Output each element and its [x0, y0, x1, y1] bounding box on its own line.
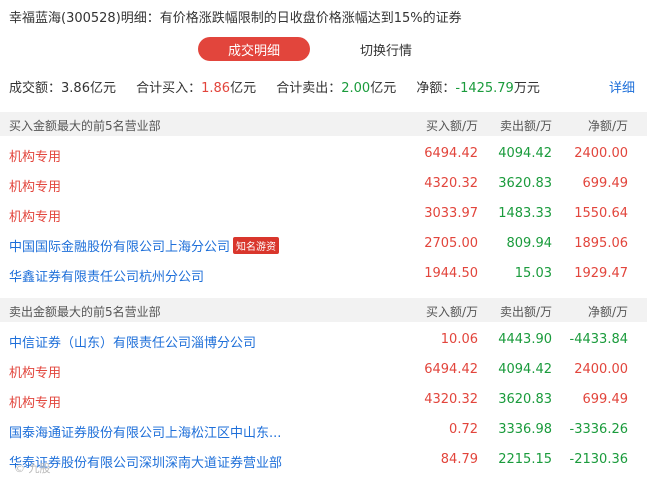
hot-money-badge: 知名游资 [233, 237, 280, 254]
branch-name-text[interactable]: 中信证券（山东）有限责任公司淄博分公司 [9, 336, 256, 351]
table-row[interactable]: 机构专用 4320.32 3620.83 699.49 [0, 385, 647, 415]
buy-amount: 1944.50 [424, 266, 478, 281]
branch-name[interactable]: 机构专用 [9, 176, 61, 195]
net-unit: 万元 [513, 81, 540, 96]
branch-name[interactable]: 中信证券（山东）有限责任公司淄博分公司 [9, 332, 256, 351]
column-header-sell: 卖出额/万 [499, 119, 552, 133]
tab-switch-quote[interactable]: 切换行情 [330, 37, 442, 61]
buy-amount: 84.79 [440, 452, 478, 467]
tab-trade-detail[interactable]: 成交明细 [198, 37, 310, 61]
branch-name-text[interactable]: 机构专用 [9, 150, 61, 165]
table-row[interactable]: 机构专用 4320.32 3620.83 699.49 [0, 169, 647, 199]
column-header-net: 净额/万 [587, 305, 628, 319]
total-sell-unit: 亿元 [370, 81, 397, 96]
branch-name[interactable]: 华鑫证券有限责任公司杭州分公司 [9, 266, 204, 285]
net-value: -1425.79 [455, 81, 514, 96]
tab-bar: 成交明细 切换行情 [0, 37, 647, 63]
sell-amount: 4094.42 [498, 362, 552, 377]
column-header-buy: 买入额/万 [425, 119, 478, 133]
branch-name-text[interactable]: 机构专用 [9, 396, 61, 411]
watermark-logo: © 九股 [14, 462, 51, 475]
branch-name[interactable]: 机构专用 [9, 362, 61, 381]
total-buy-label: 合计买入： [136, 81, 202, 96]
total-sell-value: 2.00 [341, 81, 371, 96]
buy-amount: 10.06 [440, 332, 478, 347]
sell-amount: 3620.83 [498, 176, 552, 191]
net-amount: 1550.64 [574, 206, 628, 221]
page-title: 幸福蓝海(300528)明细：有价格涨跌幅限制的日收盘价格涨幅达到15%的证券 [9, 11, 462, 26]
turnover-label: 成交额： [9, 81, 62, 96]
table-row[interactable]: 华鑫证券有限责任公司杭州分公司 1944.50 15.03 1929.47 [0, 259, 647, 289]
branch-name[interactable]: 机构专用 [9, 392, 61, 411]
turnover-value: 3.86亿元 [61, 81, 116, 96]
sell-amount: 3336.98 [498, 422, 552, 437]
net-amount: 1895.06 [574, 236, 628, 251]
table-row[interactable]: 机构专用 6494.42 4094.42 2400.00 [0, 139, 647, 169]
branch-name[interactable]: 中国国际金融股份有限公司上海分公司 知名游资 [9, 236, 280, 255]
branch-name-text[interactable]: 机构专用 [9, 210, 61, 225]
buy-amount: 2705.00 [424, 236, 478, 251]
total-buy-value: 1.86 [201, 81, 231, 96]
branch-name-text[interactable]: 华鑫证券有限责任公司杭州分公司 [9, 270, 204, 285]
branch-name[interactable]: 机构专用 [9, 206, 61, 225]
sell-amount: 809.94 [506, 236, 553, 251]
table-row[interactable]: 机构专用 6494.42 4094.42 2400.00 [0, 355, 647, 385]
table-row[interactable]: 机构专用 3033.97 1483.33 1550.64 [0, 199, 647, 229]
section-title: 买入金额最大的前5名营业部 [9, 119, 161, 133]
net-amount: 699.49 [582, 392, 629, 407]
branch-name-text[interactable]: 国泰海通证券股份有限公司上海松江区中山东... [9, 426, 281, 441]
net-amount: -2130.36 [569, 452, 628, 467]
sell-amount: 15.03 [514, 266, 552, 281]
buy-amount: 6494.42 [424, 146, 478, 161]
net-amount: 2400.00 [574, 146, 628, 161]
detail-link[interactable]: 详细 [609, 77, 635, 96]
branch-name[interactable]: 机构专用 [9, 146, 61, 165]
branch-name[interactable]: 国泰海通证券股份有限公司上海松江区中山东... [9, 422, 281, 441]
column-header-net: 净额/万 [587, 119, 628, 133]
sell-amount: 4094.42 [498, 146, 552, 161]
net-amount: 1929.47 [574, 266, 628, 281]
branch-name-text[interactable]: 机构专用 [9, 180, 61, 195]
net-amount: 699.49 [582, 176, 629, 191]
section-title: 卖出金额最大的前5名营业部 [9, 305, 161, 319]
table-row[interactable]: 华泰证券股份有限公司深圳深南大道证券营业部 84.79 2215.15 -2130.3… [0, 445, 647, 475]
sell-amount: 2215.15 [498, 452, 552, 467]
table-row[interactable]: 国泰海通证券股份有限公司上海松江区中山东... 0.72 3336.98 -3336.… [0, 415, 647, 445]
buy-amount: 4320.32 [424, 392, 478, 407]
summary-bar: 成交额：3.86亿元 合计买入：1.86亿元 合计卖出：2.00亿元 净额：-1… [9, 77, 635, 96]
branch-name-text[interactable]: 中国国际金融股份有限公司上海分公司 [9, 240, 230, 255]
branch-name-text[interactable]: 机构专用 [9, 366, 61, 381]
table-row[interactable]: 中信证券（山东）有限责任公司淄博分公司 10.06 4443.90 -4433.84 [0, 325, 647, 355]
net-amount: 2400.00 [574, 362, 628, 377]
sell-amount: 4443.90 [498, 332, 552, 347]
net-amount: -4433.84 [569, 332, 628, 347]
column-header-buy: 买入额/万 [425, 305, 478, 319]
total-sell-label: 合计卖出： [276, 81, 342, 96]
sell-amount: 3620.83 [498, 392, 552, 407]
buy-amount: 0.72 [449, 422, 478, 437]
net-label: 净额： [416, 81, 456, 96]
total-buy-unit: 亿元 [230, 81, 257, 96]
column-header-sell: 卖出额/万 [499, 305, 552, 319]
buy-amount: 4320.32 [424, 176, 478, 191]
buy-amount: 6494.42 [424, 362, 478, 377]
table-row[interactable]: 中国国际金融股份有限公司上海分公司 知名游资 2705.00 809.94 1895.0… [0, 229, 647, 259]
sell-amount: 1483.33 [498, 206, 552, 221]
buy-section-header: 买入金额最大的前5名营业部 买入额/万 卖出额/万 净额/万 [0, 112, 647, 136]
sell-section-header: 卖出金额最大的前5名营业部 买入额/万 卖出额/万 净额/万 [0, 298, 647, 322]
buy-amount: 3033.97 [424, 206, 478, 221]
net-amount: -3336.26 [569, 422, 628, 437]
